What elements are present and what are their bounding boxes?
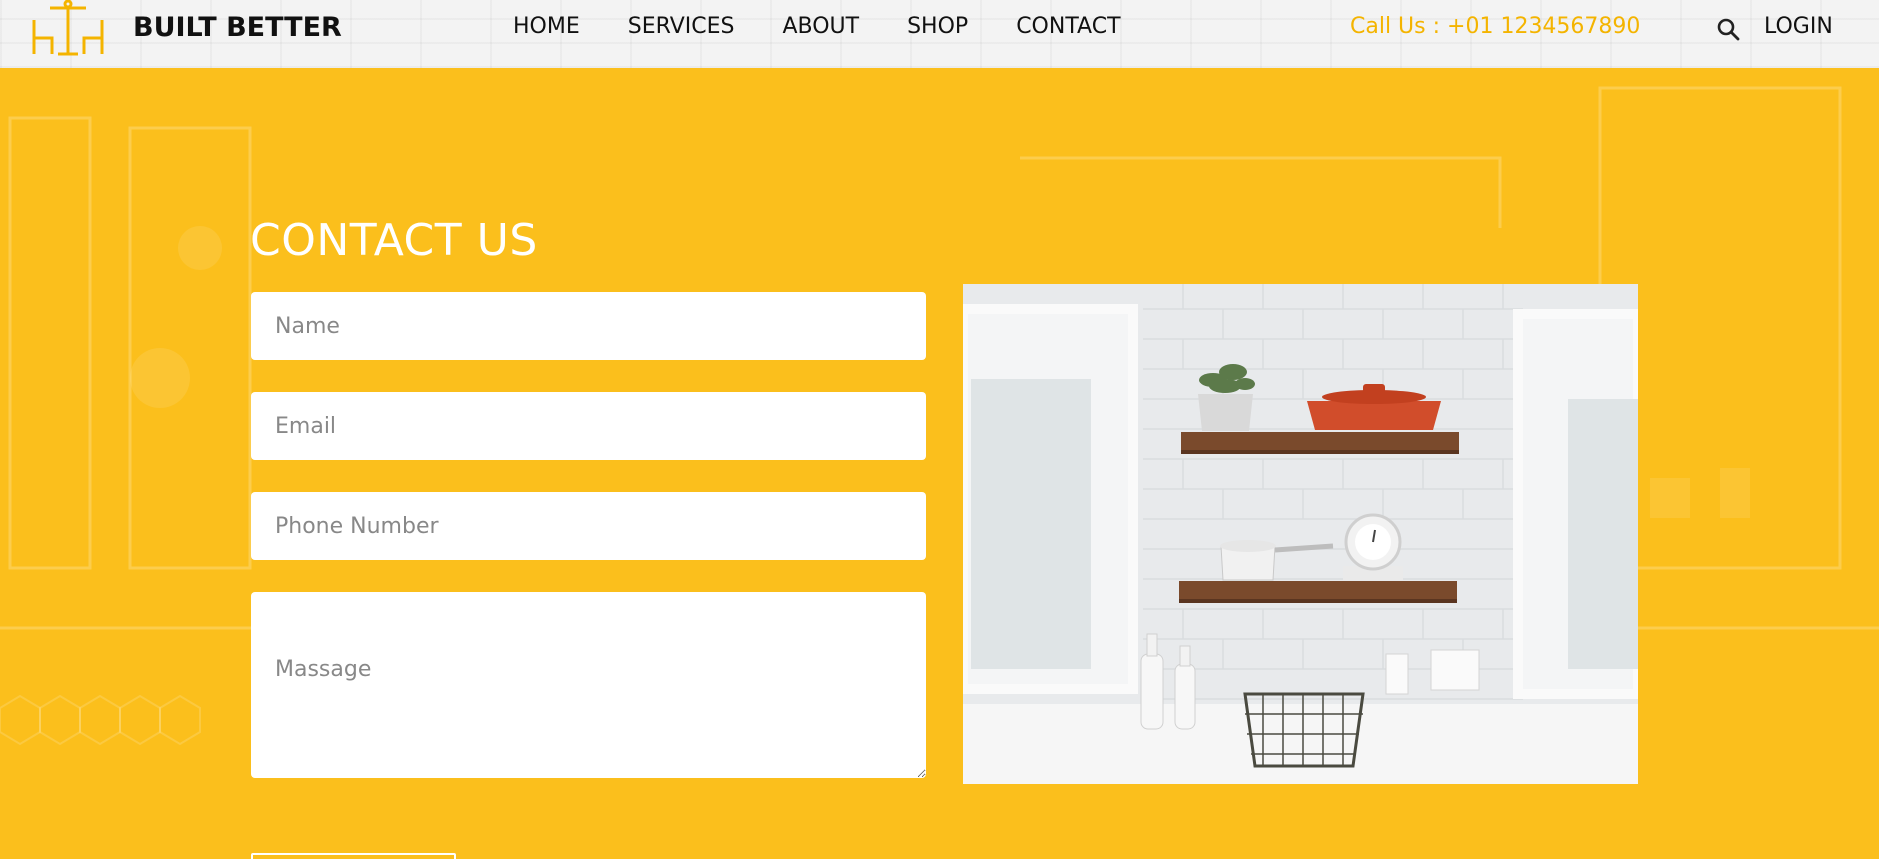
nav-about[interactable]: ABOUT xyxy=(782,14,859,39)
login-link[interactable]: LOGIN xyxy=(1764,14,1833,39)
furniture-logo-icon xyxy=(32,0,104,56)
page-title: CONTACT US xyxy=(250,215,538,267)
kitchen-shelf-illustration xyxy=(963,284,1638,784)
logo[interactable] xyxy=(30,0,106,56)
nav-home[interactable]: HOME xyxy=(513,14,580,39)
email-input[interactable] xyxy=(251,392,926,460)
site-header: BUILT BETTER HOME SERVICES ABOUT SHOP CO… xyxy=(0,0,1879,68)
name-input[interactable] xyxy=(251,292,926,360)
call-us-text[interactable]: Call Us : +01 1234567890 xyxy=(1350,14,1640,39)
search-icon[interactable] xyxy=(1716,17,1740,41)
brand-name[interactable]: BUILT BETTER xyxy=(133,12,342,43)
nav-contact[interactable]: CONTACT xyxy=(1016,14,1120,39)
submit-button[interactable] xyxy=(251,853,456,859)
phone-input[interactable] xyxy=(251,492,926,560)
contact-section: CONTACT US xyxy=(0,68,1879,859)
nav-services[interactable]: SERVICES xyxy=(628,14,735,39)
nav-shop[interactable]: SHOP xyxy=(907,14,968,39)
message-textarea[interactable] xyxy=(251,592,926,778)
kitchen-shelf-image xyxy=(963,284,1638,784)
main-nav: HOME SERVICES ABOUT SHOP CONTACT xyxy=(513,14,1169,39)
